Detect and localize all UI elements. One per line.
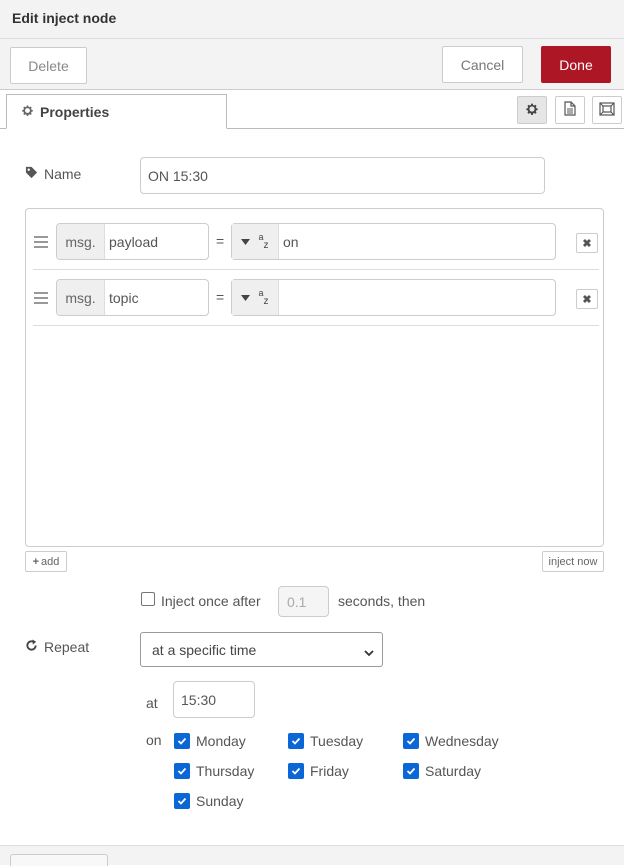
day-saturday[interactable]: Saturday (403, 763, 481, 779)
property-value: on (283, 233, 299, 250)
node-settings-tab[interactable] (517, 96, 547, 124)
day-tuesday[interactable]: Tuesday (288, 733, 363, 749)
day-friday[interactable]: Friday (288, 763, 349, 779)
drag-handle-icon[interactable] (34, 292, 48, 304)
row-divider (33, 325, 599, 326)
wednesday-checkbox[interactable] (403, 733, 419, 749)
sunday-checkbox[interactable] (174, 793, 190, 809)
property-key-field[interactable]: msg. topic (56, 279, 209, 316)
thursday-checkbox[interactable] (174, 763, 190, 779)
frame-icon (599, 101, 615, 119)
drag-handle-icon[interactable] (34, 236, 48, 248)
property-key-field[interactable]: msg. payload (56, 223, 209, 260)
description-tab[interactable] (555, 96, 585, 124)
property-value-field[interactable]: az on (231, 223, 556, 260)
add-property-button[interactable]: + add (25, 551, 67, 572)
inject-once-checkbox[interactable] (141, 592, 155, 606)
inject-once-delay-input[interactable]: 0.1 (278, 586, 329, 617)
close-icon: ✖ (582, 237, 592, 250)
chevron-down-icon (364, 644, 374, 660)
repeat-icon (25, 639, 38, 655)
name-input[interactable]: ON 15:30 (140, 157, 545, 194)
caret-down-icon (241, 236, 251, 248)
day-thursday[interactable]: Thursday (174, 763, 254, 779)
equals-sign: = (216, 233, 225, 249)
cancel-button[interactable]: Cancel (442, 46, 523, 83)
inject-now-button[interactable]: inject now (542, 551, 604, 572)
friday-checkbox[interactable] (288, 763, 304, 779)
property-key: payload (109, 233, 159, 250)
msg-prefix: msg. (57, 224, 105, 259)
saturday-checkbox[interactable] (403, 763, 419, 779)
string-type-icon: az (258, 232, 269, 251)
gear-icon (525, 102, 539, 119)
day-wednesday[interactable]: Wednesday (403, 733, 499, 749)
tab-properties-label: Properties (40, 103, 110, 120)
caret-down-icon (241, 292, 251, 304)
row-divider (33, 269, 599, 270)
type-select[interactable]: az (232, 224, 279, 259)
day-sunday[interactable]: Sunday (174, 793, 243, 809)
monday-checkbox[interactable] (174, 733, 190, 749)
inject-once-label: Inject once after (161, 593, 261, 609)
appearance-tab[interactable] (592, 96, 622, 124)
time-input[interactable]: 15:30 (173, 681, 255, 718)
remove-property-button[interactable]: ✖ (576, 233, 598, 253)
msg-prefix: msg. (57, 280, 105, 315)
gear-icon (21, 104, 34, 120)
name-label: Name (25, 166, 81, 182)
footer-tab[interactable] (10, 854, 108, 866)
close-icon: ✖ (582, 293, 592, 306)
tag-icon (25, 166, 38, 182)
dialog-title: Edit inject node (12, 10, 117, 26)
on-label: on (146, 732, 162, 748)
string-type-icon: az (258, 288, 269, 307)
type-select[interactable]: az (232, 280, 279, 315)
tuesday-checkbox[interactable] (288, 733, 304, 749)
property-value-field[interactable]: az (231, 279, 556, 316)
remove-property-button[interactable]: ✖ (576, 289, 598, 309)
tab-properties[interactable]: Properties (6, 94, 227, 129)
dialog-toolbar (0, 39, 624, 90)
document-icon (564, 101, 576, 119)
done-button[interactable]: Done (541, 46, 611, 83)
equals-sign: = (216, 289, 225, 305)
plus-icon: + (32, 555, 40, 568)
at-label: at (146, 695, 158, 711)
day-monday[interactable]: Monday (174, 733, 246, 749)
inject-once-suffix: seconds, then (338, 593, 426, 609)
delete-button[interactable]: Delete (10, 47, 87, 84)
property-key: topic (109, 289, 139, 306)
repeat-label: Repeat (25, 639, 89, 655)
repeat-select[interactable]: at a specific time (140, 632, 383, 667)
